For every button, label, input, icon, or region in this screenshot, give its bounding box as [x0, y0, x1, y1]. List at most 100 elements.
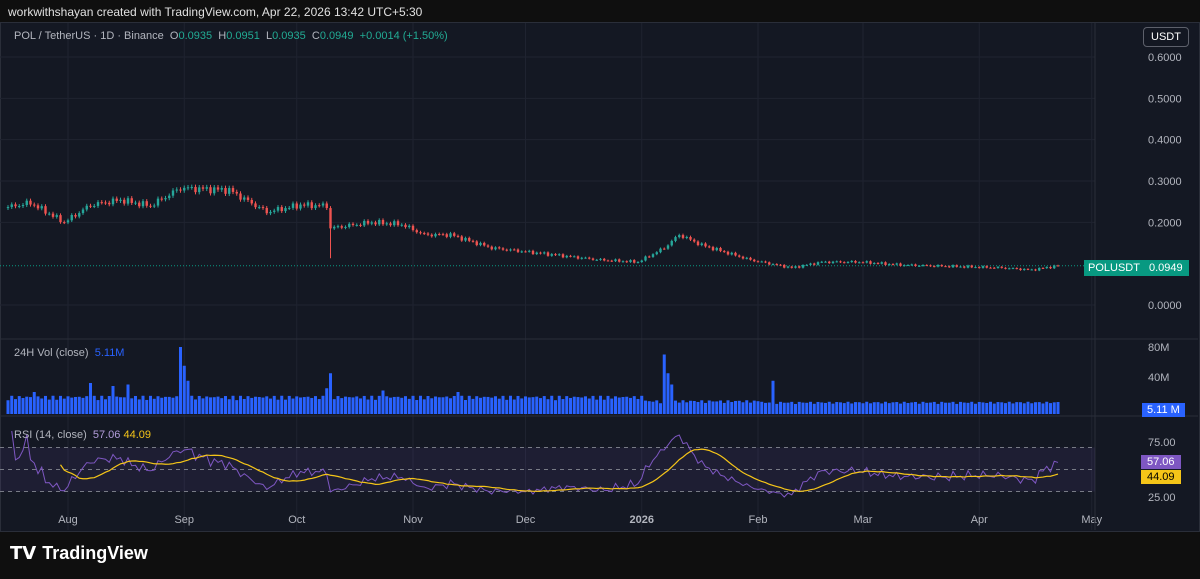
volume-bar	[940, 402, 943, 414]
volume-bar	[198, 396, 201, 414]
volume-bar	[78, 397, 81, 414]
volume-bar	[610, 399, 613, 414]
candle-body	[693, 240, 695, 242]
symbol-title[interactable]: POL / TetherUS · 1D · Binance	[14, 30, 164, 42]
candle-body	[734, 253, 736, 256]
price-tick-label: 0.5000	[1148, 93, 1182, 105]
volume-bar	[442, 397, 445, 414]
candle-body	[483, 243, 485, 246]
chart-canvas[interactable]: 0.60000.50000.40000.30000.20000.0000AugS…	[0, 0, 1200, 579]
candle-body	[363, 221, 365, 225]
volume-bar	[895, 402, 898, 414]
volume-title[interactable]: 24H Vol (close)	[14, 347, 89, 359]
candle-body	[146, 201, 148, 206]
candle-body	[524, 251, 526, 252]
candle-body	[937, 265, 939, 266]
candle-body	[813, 264, 815, 265]
candle-body	[374, 222, 376, 224]
volume-bar	[802, 403, 805, 414]
candle-body	[101, 202, 103, 203]
candle-body	[528, 251, 530, 252]
candle-body	[322, 203, 324, 205]
candle-body	[78, 213, 80, 216]
volume-bar	[100, 396, 103, 414]
volume-bar	[490, 398, 493, 414]
candle-body	[877, 263, 879, 264]
candle-body	[959, 267, 961, 268]
rsi-title[interactable]: RSI (14, close)	[14, 429, 87, 441]
volume-bar	[404, 396, 407, 414]
volume-bar	[817, 402, 820, 414]
volume-bar	[790, 402, 793, 414]
candle-body	[997, 267, 999, 268]
candle-body	[888, 264, 890, 265]
candle-body	[708, 246, 710, 247]
volume-bar	[355, 396, 358, 414]
candle-body	[303, 205, 305, 206]
rsi-pane-legend: RSI (14, close) 57.06 44.09	[14, 429, 151, 441]
volume-bar	[59, 396, 62, 414]
candle-body	[738, 255, 740, 256]
candle-body	[127, 198, 129, 203]
candle-body	[723, 251, 725, 252]
volume-bar	[265, 396, 268, 414]
volume-bar	[258, 397, 261, 414]
candle-body	[37, 205, 39, 208]
high-value: 0.0951	[226, 30, 260, 42]
volume-bar	[250, 398, 253, 414]
volume-bar	[153, 399, 156, 414]
candle-body	[7, 207, 9, 208]
volume-bar	[318, 399, 321, 414]
volume-bar	[922, 402, 925, 414]
volume-bar	[599, 396, 602, 414]
tradingview-logo[interactable]: 𝗧𝗩TradingView	[10, 543, 148, 564]
candle-body	[659, 249, 661, 253]
volume-bar	[772, 381, 775, 414]
candle-body	[674, 237, 676, 241]
volume-bar	[520, 398, 523, 414]
rsi-ma-tag: 44.09	[1141, 470, 1181, 484]
candle-body	[281, 207, 283, 211]
volume-bar	[1045, 402, 1048, 414]
volume-bar	[483, 397, 486, 414]
volume-bar	[565, 396, 568, 414]
volume-bar	[865, 402, 868, 414]
volume-bar	[783, 403, 786, 414]
volume-bar	[310, 398, 313, 414]
candle-body	[168, 196, 170, 198]
volume-bar	[625, 397, 628, 414]
candle-body	[33, 205, 35, 206]
candle-body	[978, 267, 980, 268]
volume-bar	[539, 398, 542, 414]
volume-bar	[948, 403, 951, 414]
volume-bar	[577, 397, 580, 414]
volume-bar	[277, 400, 280, 414]
candle-body	[221, 188, 223, 190]
candle-body	[798, 266, 800, 267]
currency-button[interactable]: USDT	[1143, 27, 1189, 47]
volume-bar	[1038, 402, 1041, 414]
candle-body	[224, 188, 226, 194]
candle-body	[461, 236, 463, 240]
candle-body	[431, 235, 433, 237]
candle-body	[213, 187, 215, 193]
volume-bar	[595, 400, 598, 414]
volume-bar	[427, 396, 430, 414]
volume-bar	[775, 404, 778, 414]
candle-body	[206, 187, 208, 189]
candle-body	[1053, 266, 1055, 269]
candle-body	[183, 188, 185, 191]
candle-body	[438, 234, 440, 235]
candle-body	[862, 262, 864, 263]
candle-body	[521, 251, 523, 252]
volume-bar	[10, 396, 13, 414]
candle-body	[929, 265, 931, 266]
volume-bar	[622, 397, 625, 414]
candle-body	[599, 259, 601, 260]
candle-body	[689, 237, 691, 240]
volume-bar	[828, 402, 831, 414]
volume-bar	[295, 396, 298, 414]
volume-bar	[982, 402, 985, 414]
candle-body	[866, 261, 868, 262]
volume-bar	[847, 402, 850, 414]
